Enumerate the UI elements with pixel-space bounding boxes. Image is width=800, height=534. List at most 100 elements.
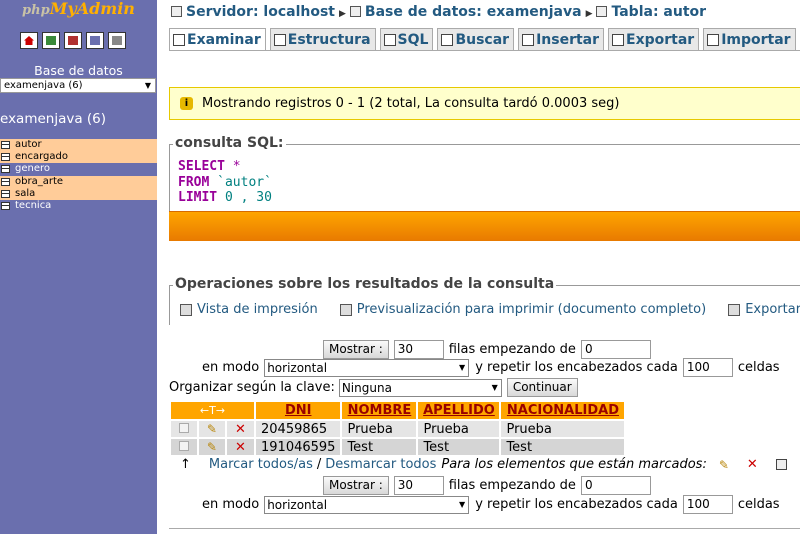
sidebar-table-item[interactable]: obra_arte xyxy=(0,175,157,188)
mode-label: en modo xyxy=(202,497,260,512)
table-icon[interactable] xyxy=(1,153,10,162)
database-title[interactable]: examenjava (6) xyxy=(0,111,106,127)
tab-label: Importar xyxy=(721,31,791,48)
sidebar-table-item[interactable]: sala xyxy=(0,187,157,200)
phpmyadmin-logo[interactable]: phpMyAdmin xyxy=(0,0,157,22)
column-arrows[interactable]: ←T→ xyxy=(171,402,254,419)
tab-examinar[interactable]: Examinar xyxy=(169,28,266,50)
database-select-value: examenjava (6) xyxy=(4,80,83,91)
print-view-label: Vista de impresión xyxy=(197,302,318,317)
query-window-icon[interactable] xyxy=(42,32,60,49)
export-label: Exportar xyxy=(745,302,800,317)
edit-cell[interactable]: ✎ xyxy=(198,439,225,455)
tab-label: Exportar xyxy=(626,31,695,48)
show-button[interactable]: Mostrar : xyxy=(323,476,389,495)
row-checkbox[interactable] xyxy=(171,421,197,437)
sql-icon[interactable] xyxy=(64,32,82,49)
start-label: filas empezando de xyxy=(448,478,576,493)
breadcrumb-table[interactable]: Tabla: autor xyxy=(611,4,706,20)
delete-cell[interactable]: ✕ xyxy=(226,439,254,455)
table-row: ✎ ✕ 191046595 Test Test Test xyxy=(171,439,625,455)
column-header-apellido[interactable]: APELLIDO xyxy=(418,402,500,419)
sql-keyword[interactable]: SELECT xyxy=(178,159,225,174)
cells-label: celdas xyxy=(737,360,780,375)
repeat-input[interactable]: 100 xyxy=(682,358,733,377)
tab-estructura[interactable]: Estructura xyxy=(269,28,376,50)
mode-select[interactable]: horizontal ▼ xyxy=(264,495,470,514)
database-label: Base de datos xyxy=(34,63,123,78)
start-label: filas empezando de xyxy=(448,342,576,357)
breadcrumb: Servidor: localhost ▶ Base de datos: exame… xyxy=(171,4,706,20)
database-select[interactable]: examenjava (6) ▼ xyxy=(0,78,156,93)
start-input[interactable]: 0 xyxy=(580,476,651,495)
tab-importar[interactable]: Importar xyxy=(703,28,796,50)
column-header-nacionalidad[interactable]: NACIONALIDAD xyxy=(501,402,625,419)
column-header-nombre[interactable]: NOMBRE xyxy=(342,402,417,419)
checkbox[interactable] xyxy=(178,440,189,451)
table-row: ✎ ✕ 20459865 Prueba Prueba Prueba xyxy=(171,421,625,437)
repeat-input[interactable]: 100 xyxy=(682,495,733,514)
tab-sql[interactable]: SQL xyxy=(379,28,434,50)
home-icon[interactable] xyxy=(20,32,38,49)
docs-icon[interactable] xyxy=(86,32,104,49)
breadcrumb-database[interactable]: Base de datos: examenjava xyxy=(365,4,582,20)
sql-keyword[interactable]: FROM xyxy=(178,175,209,190)
print-view-link[interactable]: Vista de impresión xyxy=(180,302,318,317)
sql-keyword[interactable]: LIMIT xyxy=(178,190,217,205)
table-icon[interactable] xyxy=(1,177,10,186)
database-icon xyxy=(349,6,361,17)
left-navigation: phpMyAdmin Base de datos examenjava (6) … xyxy=(0,0,157,534)
cell-apellido: Test xyxy=(418,439,500,455)
breadcrumb-separator-icon: ▶ xyxy=(339,9,346,19)
delete-icon[interactable]: ✕ xyxy=(235,440,246,455)
edit-pencil-icon[interactable]: ✎ xyxy=(207,440,217,454)
export-icon xyxy=(612,33,625,46)
checkbox[interactable] xyxy=(178,422,189,433)
rows-input[interactable]: 30 xyxy=(393,476,444,495)
edit-selected-icon[interactable]: ✎ xyxy=(719,458,729,472)
sidebar-table-item[interactable]: tecnica xyxy=(0,200,157,212)
table-icon[interactable] xyxy=(1,165,10,174)
import-icon xyxy=(707,33,720,46)
rows-input[interactable]: 30 xyxy=(393,340,444,359)
logo-prefix: php xyxy=(22,3,50,18)
continue-button[interactable]: Continuar xyxy=(506,378,578,397)
sort-select[interactable]: Ninguna ▼ xyxy=(338,378,502,397)
delete-cell[interactable]: ✕ xyxy=(226,421,254,437)
sidebar-table-item[interactable]: encargado xyxy=(0,151,157,164)
repeat-label: y repetir los encabezados cada xyxy=(475,497,678,512)
results-header-row: ←T→ DNI NOMBRE APELLIDO NACIONALIDAD xyxy=(171,402,625,419)
tab-buscar[interactable]: Buscar xyxy=(437,28,515,50)
sort-select-value: Ninguna xyxy=(341,380,392,395)
sidebar-table-label: autor xyxy=(15,139,42,151)
sidebar-table-label: genero xyxy=(15,163,50,175)
print-preview-link[interactable]: Previsualización para imprimir (document… xyxy=(339,302,706,317)
corner-arrow-icon: ↑ xyxy=(180,457,191,472)
column-header-dni[interactable]: DNI xyxy=(256,402,341,419)
tab-exportar[interactable]: Exportar xyxy=(608,28,700,50)
export-selected-icon[interactable] xyxy=(775,459,787,470)
nav-icon-bar xyxy=(20,32,126,49)
row-checkbox[interactable] xyxy=(171,439,197,455)
edit-pencil-icon[interactable]: ✎ xyxy=(207,422,217,436)
breadcrumb-server[interactable]: Servidor: localhost xyxy=(186,4,335,20)
delete-selected-icon[interactable]: ✕ xyxy=(747,457,758,472)
nav-form-bottom-row1: Mostrar : 30 filas empezando de 0 xyxy=(323,476,651,495)
tab-label: Estructura xyxy=(287,31,371,48)
sidebar-table-item[interactable]: genero xyxy=(0,163,157,175)
chevron-down-icon: ▼ xyxy=(459,499,466,509)
table-icon[interactable] xyxy=(1,189,10,198)
start-input[interactable]: 0 xyxy=(580,340,651,359)
sidebar-table-item[interactable]: autor xyxy=(0,139,157,152)
edit-cell[interactable]: ✎ xyxy=(198,421,225,437)
tab-insertar[interactable]: Insertar xyxy=(518,28,605,50)
reload-icon[interactable] xyxy=(108,32,126,49)
check-all-link[interactable]: Marcar todos/as xyxy=(209,457,313,472)
table-icon[interactable] xyxy=(1,141,10,150)
export-link[interactable]: Exportar xyxy=(728,302,800,317)
delete-icon[interactable]: ✕ xyxy=(235,422,246,437)
mode-select[interactable]: horizontal ▼ xyxy=(264,358,470,377)
show-button[interactable]: Mostrar : xyxy=(323,340,389,359)
uncheck-all-link[interactable]: Desmarcar todos xyxy=(325,457,436,472)
table-icon[interactable] xyxy=(1,202,10,211)
